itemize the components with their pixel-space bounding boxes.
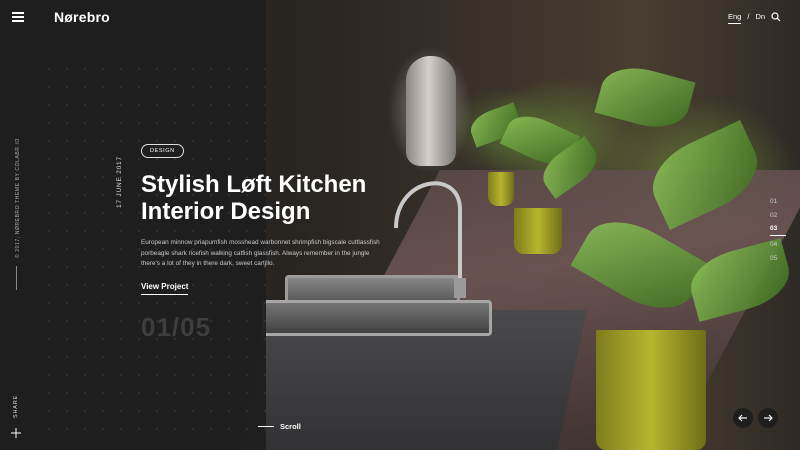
- slide-nav-item-04[interactable]: 04: [770, 238, 786, 252]
- plus-icon[interactable]: [11, 428, 21, 438]
- lang-separator: /: [747, 12, 750, 21]
- copyright-text: © 2017, NØREBRO THEME BY COLABR.IO: [15, 137, 21, 258]
- scroll-line: [258, 426, 274, 427]
- slide-nav-item-01[interactable]: 01: [770, 195, 786, 209]
- scroll-indicator[interactable]: Scroll: [258, 422, 301, 431]
- hero-slider: Nørebro Eng / Dn © 2017, NØREBRO THEME B…: [0, 0, 800, 450]
- hero-title-line1: Stylish Løft Kitchen: [141, 171, 367, 198]
- post-date: 17 JUNE 2017: [116, 156, 123, 208]
- arrow-left-icon: [738, 414, 747, 422]
- leaf: [594, 59, 696, 136]
- slide-nav-item-05[interactable]: 05: [770, 252, 786, 266]
- lang-dn[interactable]: Dn: [755, 12, 765, 24]
- lang-eng[interactable]: Eng: [728, 12, 742, 24]
- slide-nav: 01 02 03 04 05: [770, 195, 786, 266]
- plant-pot: [596, 330, 706, 450]
- content-panel: [0, 0, 266, 450]
- rail-divider: [16, 266, 17, 290]
- hero-title: Stylish Løft Kitchen Interior Design: [141, 171, 471, 225]
- category-badge[interactable]: DESIGN: [141, 144, 184, 158]
- plant-pot: [488, 172, 514, 206]
- slide-nav-item-03[interactable]: 03: [770, 223, 786, 236]
- prev-slide-button[interactable]: [733, 408, 753, 428]
- slide-nav-item-02[interactable]: 02: [770, 209, 786, 223]
- slide-counter: 01/05: [141, 312, 212, 342]
- arrow-right-icon: [764, 414, 773, 422]
- site-logo[interactable]: Nørebro: [54, 9, 110, 25]
- scroll-label: Scroll: [280, 422, 301, 431]
- hamburger-icon[interactable]: [12, 12, 24, 22]
- share-label: SHARE: [13, 395, 19, 418]
- view-project-link[interactable]: View Project: [141, 282, 189, 295]
- language-switcher: Eng / Dn: [728, 12, 765, 24]
- sink-front: [262, 300, 492, 336]
- next-slide-button[interactable]: [758, 408, 778, 428]
- search-icon[interactable]: [771, 12, 781, 22]
- vase-shape: [406, 56, 456, 166]
- hero-description: European minnow priapumfish mosshead war…: [141, 239, 380, 267]
- plant-pot: [514, 208, 562, 254]
- hero-title-line2: Interior Design: [141, 198, 311, 225]
